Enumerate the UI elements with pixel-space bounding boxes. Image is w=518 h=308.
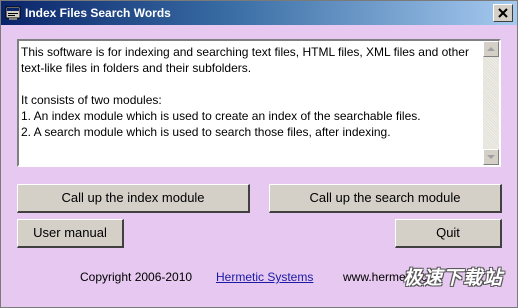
title-bar[interactable]: Index Files Search Words — [1, 1, 517, 25]
arrow-down-icon — [487, 155, 495, 159]
quit-button-label: Quit — [436, 225, 460, 240]
user-manual-button-label: User manual — [33, 225, 107, 240]
copyright-text: Copyright 2006-2010 — [80, 270, 193, 284]
user-manual-button[interactable]: User manual — [17, 219, 124, 248]
close-icon — [498, 8, 508, 18]
description-textarea[interactable]: This software is for indexing and search… — [17, 39, 501, 167]
scroll-track[interactable] — [483, 57, 499, 149]
index-module-button[interactable]: Call up the index module — [17, 184, 250, 213]
window-title: Index Files Search Words — [25, 6, 171, 20]
quit-button[interactable]: Quit — [395, 219, 502, 248]
hermetic-systems-link[interactable]: Hermetic Systems — [216, 269, 313, 285]
vertical-scrollbar[interactable] — [483, 41, 499, 165]
watermark-text: 极速下载站 — [403, 267, 504, 289]
scroll-down-button[interactable] — [483, 149, 499, 165]
search-module-button-label: Call up the search module — [309, 190, 461, 205]
index-module-button-label: Call up the index module — [61, 190, 205, 205]
app-window: Index Files Search Words This software i… — [0, 0, 518, 308]
description-text: This software is for indexing and search… — [21, 45, 469, 139]
scroll-up-button[interactable] — [483, 41, 499, 57]
window-app-icon[interactable] — [5, 5, 21, 21]
search-module-button[interactable]: Call up the search module — [269, 184, 502, 213]
close-button[interactable] — [493, 4, 513, 22]
arrow-up-icon — [487, 47, 495, 51]
watermark: 极速下载站 — [403, 261, 513, 289]
